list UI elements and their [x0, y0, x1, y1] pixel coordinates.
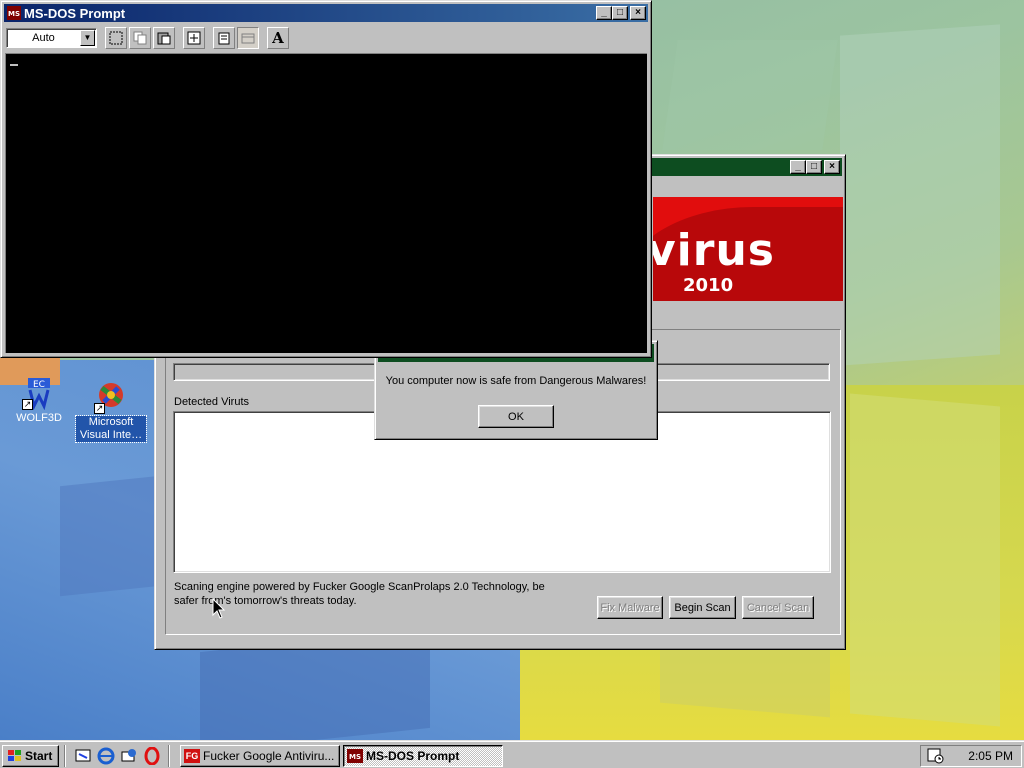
antivirus-banner: virus 2010 [653, 197, 843, 301]
message-text: You computer now is safe from Dangerous … [385, 375, 647, 387]
close-button[interactable]: × [630, 6, 646, 20]
shortcut-arrow-icon: ↗ [94, 403, 105, 414]
msdos-app-icon: MS [347, 749, 363, 763]
banner-year: 2010 [683, 275, 734, 296]
font-icon[interactable]: A [267, 27, 289, 49]
minimize-button[interactable]: _ [596, 6, 612, 20]
minimize-button[interactable]: _ [790, 160, 806, 174]
msdos-window: MS MS-DOS Prompt _ □ × Auto ▼ A [0, 0, 652, 358]
wallpaper-shape [840, 24, 1000, 366]
opera-icon[interactable] [143, 747, 161, 765]
font-size-select[interactable]: Auto ▼ [6, 28, 97, 48]
visual-interdev-icon: ↗ [94, 380, 128, 414]
cancel-scan-button[interactable]: Cancel Scan [742, 596, 814, 619]
copy-icon[interactable] [129, 27, 151, 49]
detected-viruses-label: Detected Viruts [174, 396, 250, 408]
desktop-icon-visual-interdev[interactable]: ↗ Microsoft Visual Inte… [75, 380, 147, 443]
fullscreen-icon[interactable] [183, 27, 205, 49]
maximize-button[interactable]: □ [806, 160, 822, 174]
svg-text:MS: MS [8, 10, 20, 18]
taskbar-button-antivirus[interactable]: FG Fucker Google Antiviru... [180, 745, 340, 767]
banner-title: virus [653, 225, 775, 276]
windows-logo-icon [7, 749, 23, 763]
desktop-icon-wolf3d[interactable]: EC ↗ WOLF3D [4, 376, 74, 425]
wallpaper-shape [662, 40, 838, 150]
properties-icon[interactable] [213, 27, 235, 49]
wallpaper-shape [850, 393, 1000, 727]
svg-text:EC: EC [33, 380, 45, 390]
desktop-icon-label: WOLF3D [16, 412, 62, 424]
clock[interactable]: 2:05 PM [968, 749, 1013, 763]
msdos-toolbar: Auto ▼ A [4, 24, 648, 52]
antivirus-app-icon: FG [184, 749, 200, 763]
text-cursor [10, 64, 18, 66]
dos-console[interactable] [5, 53, 647, 353]
chevron-down-icon[interactable]: ▼ [80, 30, 95, 46]
start-button[interactable]: Start [2, 745, 59, 767]
msdos-titlebar[interactable]: MS MS-DOS Prompt _ □ × [4, 4, 648, 22]
internet-explorer-icon[interactable] [97, 747, 115, 765]
wolf3d-icon: EC ↗ [22, 376, 56, 411]
font-size-value: Auto [32, 32, 55, 44]
ok-button[interactable]: OK [478, 405, 554, 428]
paste-icon[interactable] [153, 27, 175, 49]
close-button[interactable]: × [824, 160, 840, 174]
start-label: Start [25, 749, 53, 763]
taskbar-divider [168, 745, 170, 767]
shortcut-arrow-icon: ↗ [22, 399, 33, 410]
mouse-pointer-icon [212, 598, 226, 619]
begin-scan-button[interactable]: Begin Scan [669, 596, 736, 619]
background-icon[interactable] [237, 27, 259, 49]
taskbar: Start FG Fucker Google Antiviru... MS MS… [0, 740, 1024, 768]
font-icon-letter: A [272, 29, 284, 47]
system-tray: 2:05 PM [920, 745, 1022, 767]
scheduler-icon[interactable] [927, 748, 945, 764]
task-label: MS-DOS Prompt [366, 749, 460, 763]
show-desktop-icon[interactable] [74, 747, 92, 765]
task-label: Fucker Google Antiviru... [203, 749, 335, 763]
msdos-title: MS-DOS Prompt [24, 5, 126, 21]
outlook-express-icon[interactable] [120, 747, 138, 765]
fix-malware-button[interactable]: Fix Malware [597, 596, 663, 619]
msdos-app-icon: MS [7, 6, 21, 20]
taskbar-button-msdos[interactable]: MS MS-DOS Prompt [343, 745, 503, 767]
desktop-icon-label: Microsoft Visual Inte… [75, 415, 147, 443]
taskbar-divider [64, 745, 66, 767]
svg-text:MS: MS [349, 753, 361, 761]
engine-info-text: Scaning engine powered by Fucker Google … [174, 581, 545, 607]
mark-icon[interactable] [105, 27, 127, 49]
maximize-button[interactable]: □ [612, 6, 628, 20]
